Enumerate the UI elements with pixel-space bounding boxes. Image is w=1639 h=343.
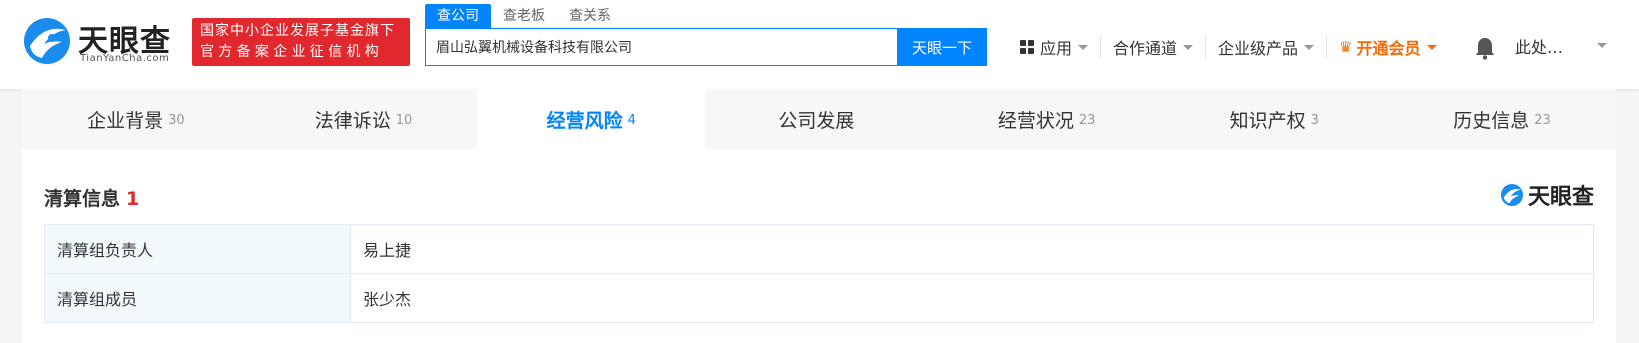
tab-count: 3 [1310,112,1319,128]
row-value[interactable]: 张少杰 [350,273,1594,323]
tab-risk[interactable]: 经营风险 4 [477,89,706,149]
crown-icon: ♛ [1339,38,1353,56]
liquidation-section: 清算信息 1 天眼查 清算组负责人 易上捷 清算组成员 张少杰 [22,149,1616,343]
search-type-tabs: 查公司 查老板 查关系 [425,4,623,28]
nav-partner-label: 合作通道 [1113,39,1178,58]
top-nav: 应用 合作通道 企业级产品 ♛ 开通会员 [1008,33,1449,61]
watermark-logo: 天眼查 [1500,181,1594,210]
chevron-down-icon [1078,44,1089,50]
row-label: 清算组成员 [44,273,351,323]
section-count: 1 [126,188,140,210]
watermark-text: 天眼查 [1527,185,1594,210]
tab-label: 法律诉讼 [314,109,391,132]
tab-background[interactable]: 企业背景 30 [22,89,250,149]
chevron-down-icon[interactable] [1597,43,1607,48]
search-input[interactable] [426,29,951,65]
search-tab-relation[interactable]: 查关系 [557,4,623,28]
tab-legal[interactable]: 法律诉讼 10 [250,89,478,149]
logo-domain: TianYanCha.com [80,53,170,64]
bell-icon[interactable] [1474,36,1496,60]
nav-enterprise-label: 企业级产品 [1218,39,1299,58]
table-row: 清算组成员 张少杰 [44,273,1594,323]
row-label: 清算组负责人 [44,224,351,274]
liquidation-table: 清算组负责人 易上捷 清算组成员 张少杰 [44,224,1594,323]
tab-count: 10 [395,112,413,128]
tab-label: 经营风险 [546,109,623,132]
nav-apps[interactable]: 应用 [1008,35,1100,59]
user-name[interactable]: 此处… [1515,34,1563,58]
tab-count: 23 [1534,112,1551,128]
slogan-line-2: 官方备案企业征信机构 [200,44,383,60]
search-button[interactable]: 天眼一下 [897,28,987,66]
nav-vip[interactable]: ♛ 开通会员 [1326,35,1448,59]
nav-partner[interactable]: 合作通道 [1100,35,1205,59]
chevron-down-icon [1426,44,1437,50]
tab-label: 企业背景 [87,109,164,132]
nav-apps-label: 应用 [1040,39,1073,58]
tab-count: 23 [1078,112,1096,128]
apps-grid-icon [1020,40,1034,54]
chevron-down-icon [1304,44,1315,50]
search-tab-company[interactable]: 查公司 [425,4,491,28]
slogan-badge: 国家中小企业发展子基金旗下 官方备案企业征信机构 [192,18,410,66]
section-tabs: 企业背景 30 法律诉讼 10 经营风险 4 公司发展 经营状况 23 知识产权 3 历史… [22,89,1616,149]
row-value[interactable]: 易上捷 [350,224,1594,274]
nav-vip-label: 开通会员 [1356,39,1421,58]
search-tab-boss[interactable]: 查老板 [491,4,557,28]
slogan-line-1: 国家中小企业发展子基金旗下 [200,23,395,39]
chevron-down-icon [1183,44,1194,50]
tab-count: 4 [627,112,636,128]
top-header: 天眼查 TianYanCha.com 国家中小企业发展子基金旗下 官方备案企业征… [0,0,1639,89]
tab-label: 经营状况 [997,109,1074,132]
eye-logo-icon [1500,183,1524,207]
tab-history[interactable]: 历史信息 23 [1388,89,1616,149]
tab-ip[interactable]: 知识产权 3 [1160,89,1388,149]
tianyancha-logo[interactable]: 天眼查 TianYanCha.com [22,16,182,68]
tab-label: 知识产权 [1229,109,1306,132]
eye-logo-icon [24,18,70,64]
tab-operations[interactable]: 经营状况 23 [933,89,1161,149]
table-row: 清算组负责人 易上捷 [44,224,1594,274]
tab-label: 公司发展 [778,109,855,132]
section-title: 清算信息 1 [44,184,139,211]
tab-count: 30 [168,112,185,128]
tab-label: 历史信息 [1453,109,1530,132]
tab-development[interactable]: 公司发展 [705,89,933,149]
nav-enterprise[interactable]: 企业级产品 [1205,35,1326,59]
section-title-text: 清算信息 [44,188,121,210]
